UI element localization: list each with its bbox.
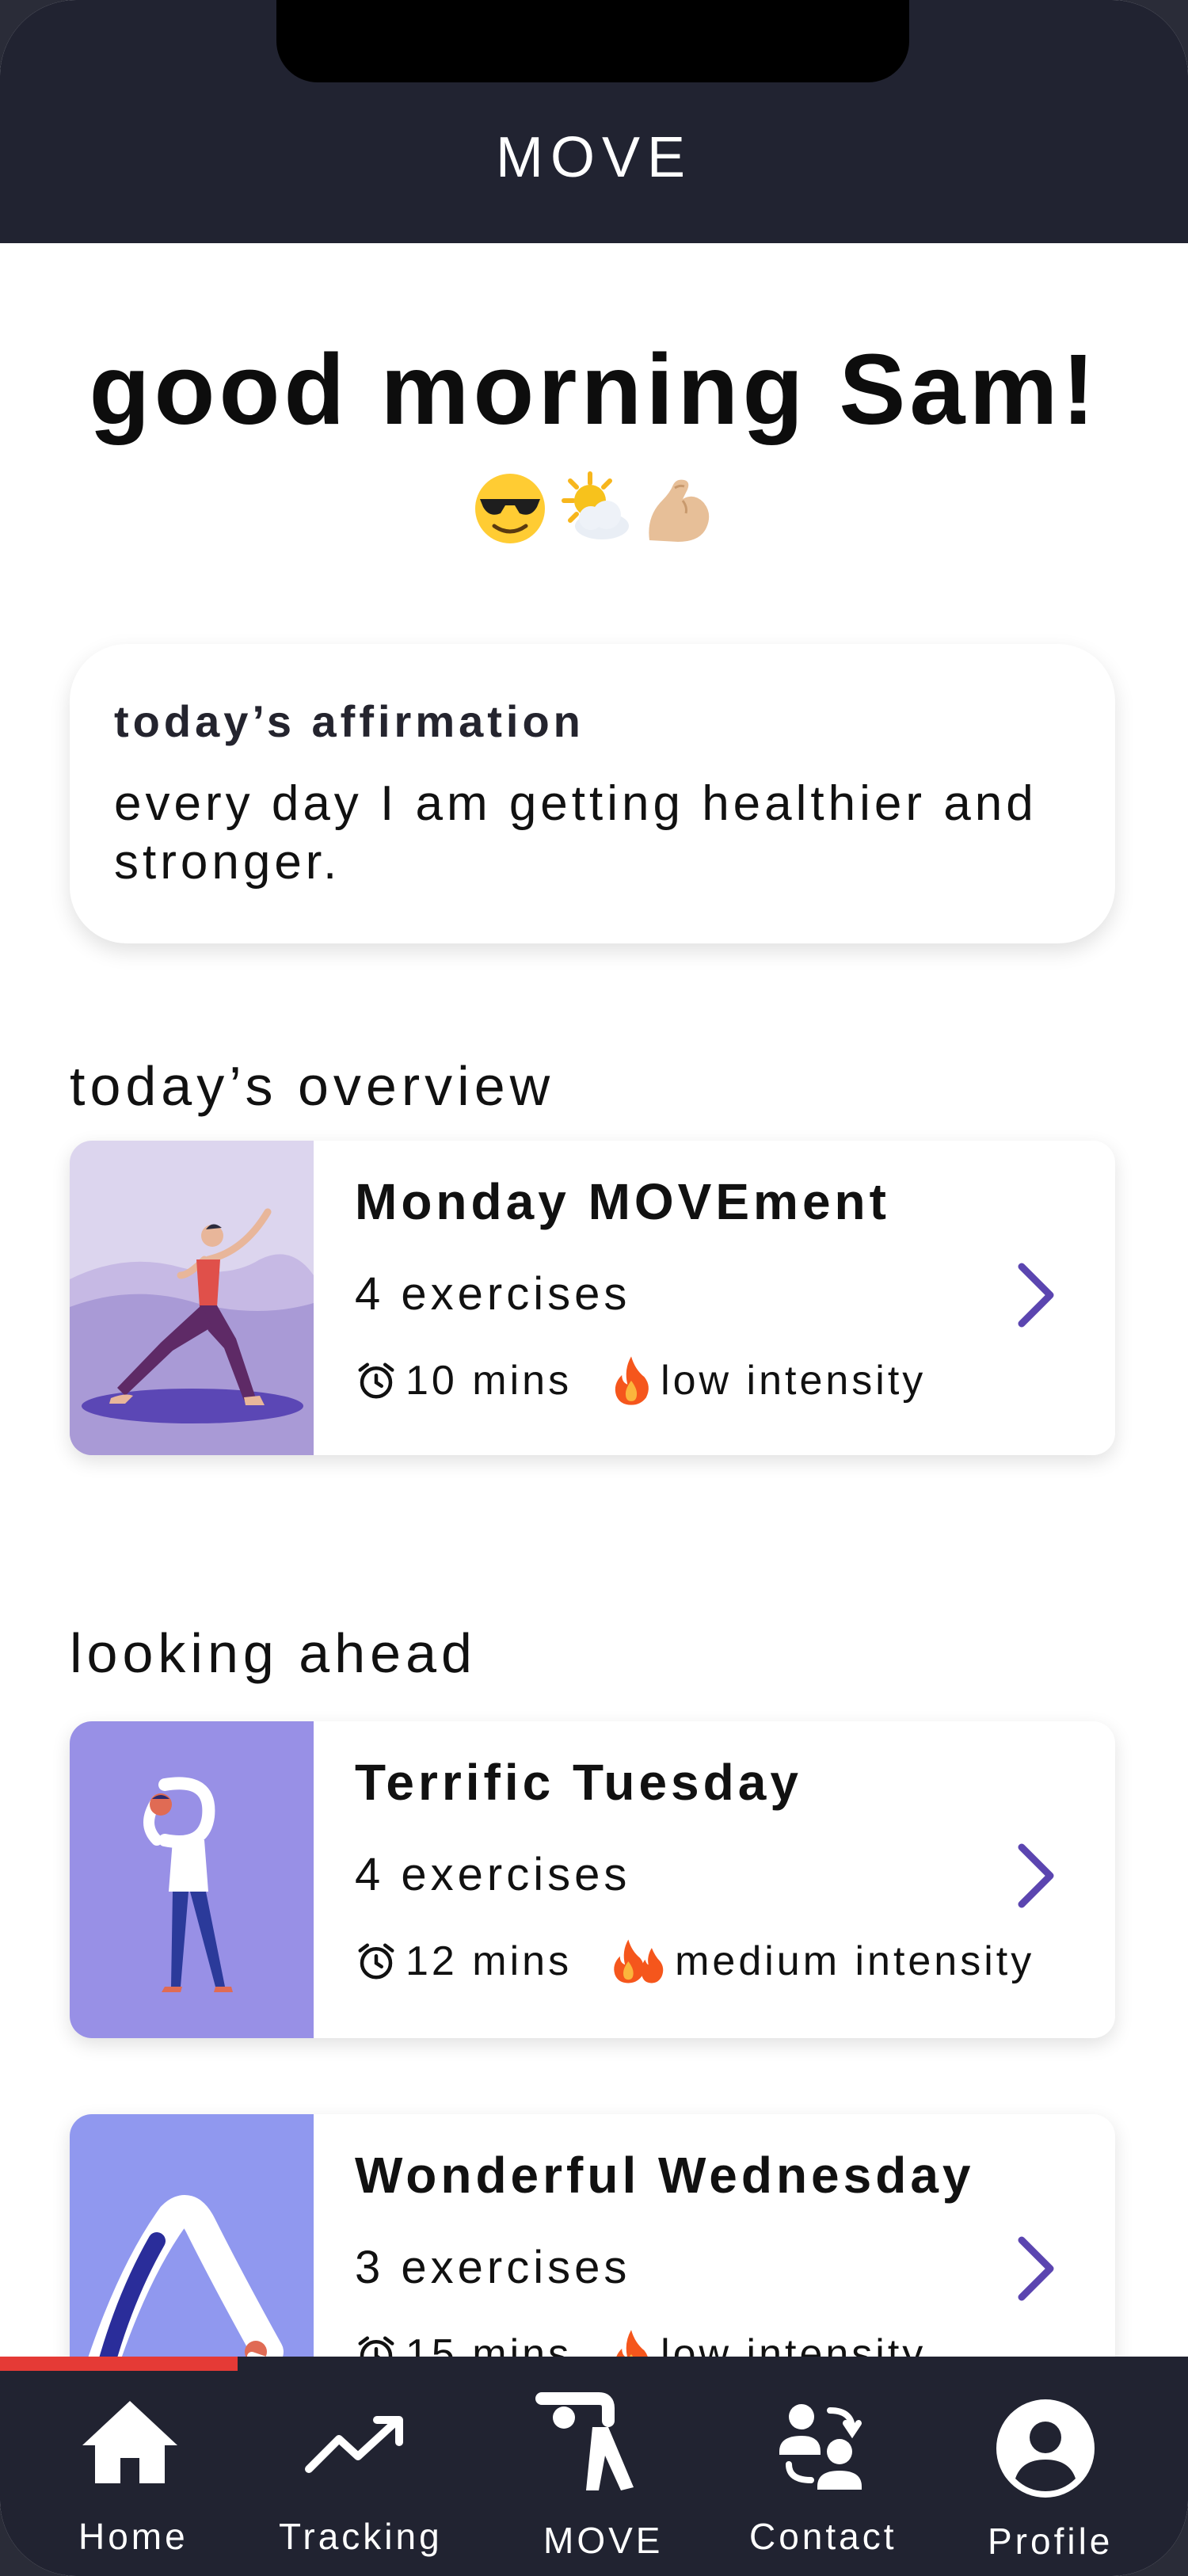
active-tab-indicator [0,2357,238,2371]
workout-card-tuesday[interactable]: Terrific Tuesday 4 exercises 12 mins med… [70,1721,1115,2038]
alarm-clock-icon [358,1943,394,1980]
double-flame-icon [614,1939,664,1983]
chevron-right-icon[interactable] [1012,1259,1060,1331]
downward-dog-illustration [70,2114,314,2357]
workout-title: Wonderful Wednesday [355,2147,975,2204]
sunglasses-emoji-icon [475,474,545,543]
flame-icon [615,1356,649,1405]
workout-meta: 15 mins low intensity [355,2328,926,2357]
flexed-biceps-icon [649,479,710,542]
yoga-warrior-illustration [70,1141,314,1455]
workout-intensity: low intensity [661,2331,927,2357]
affirmation-text: every day I am getting healthier and str… [114,776,1038,890]
workout-intensity: medium intensity [675,1938,1035,1984]
sun-behind-cloud-icon [562,471,629,539]
chevron-right-icon[interactable] [1012,1840,1060,1911]
tab-label: Home [78,2516,188,2557]
workout-intensity: low intensity [661,1358,927,1404]
tab-contact[interactable]: Contact [713,2357,950,2576]
overview-heading: today’s overview [70,1055,555,1117]
workout-card-monday[interactable]: Monday MOVEment 4 exercises 10 mins low … [70,1141,1115,1455]
home-content[interactable]: good morning Sam! today’s affirmation ev… [0,243,1188,2357]
greeting-heading: good morning Sam! [89,333,1099,445]
alarm-clock-icon [358,2336,394,2357]
workout-meta: 12 mins medium intensity [355,1935,1034,1987]
stretching-person-illustration [70,1721,314,2038]
exercise-count: 4 exercises [355,1268,631,1320]
move-logo-icon [535,2392,634,2490]
workout-duration: 12 mins [406,1938,573,1984]
affirmation-card: today’s affirmation every day I am getti… [70,644,1115,943]
contact-icon [779,2404,862,2490]
workout-duration: 15 mins [406,2331,573,2357]
exercise-count: 4 exercises [355,1849,631,1900]
tab-profile[interactable]: Profile [950,2357,1188,2576]
flame-icon [616,2330,648,2357]
tab-label: Contact [749,2516,897,2557]
app-header: MOVE [0,0,1188,243]
app-title: MOVE [495,126,693,189]
tab-label: Tracking [279,2516,443,2557]
tab-move[interactable]: MOVE [475,2357,713,2576]
workout-title: Terrific Tuesday [355,1754,802,1811]
alarm-clock-icon [358,1362,394,1399]
exercise-count: 3 exercises [355,2242,631,2293]
phone-screen: MOVE good morning Sam! today’s affirmati… [0,0,1188,2576]
tab-tracking[interactable]: Tracking [238,2357,475,2576]
workout-meta: 10 mins low intensity [355,1355,926,1407]
tab-label: MOVE [543,2520,664,2561]
looking-ahead-heading: looking ahead [70,1622,477,1684]
greeting-emojis [0,469,1188,548]
device-notch [276,0,909,82]
workout-card-wednesday[interactable]: Wonderful Wednesday 3 exercises 15 mins … [70,2114,1115,2357]
profile-icon [996,2399,1095,2498]
bottom-tab-bar: Home Tracking MOVE Contact Profile [0,2357,1188,2576]
workout-title: Monday MOVEment [355,1173,890,1230]
workout-duration: 10 mins [406,1358,573,1404]
tab-home[interactable]: Home [0,2357,238,2576]
home-icon [82,2401,177,2483]
affirmation-title: today’s affirmation [114,696,584,746]
tab-label: Profile [988,2521,1114,2562]
chevron-right-icon[interactable] [1012,2233,1060,2304]
trending-up-icon [305,2416,403,2473]
